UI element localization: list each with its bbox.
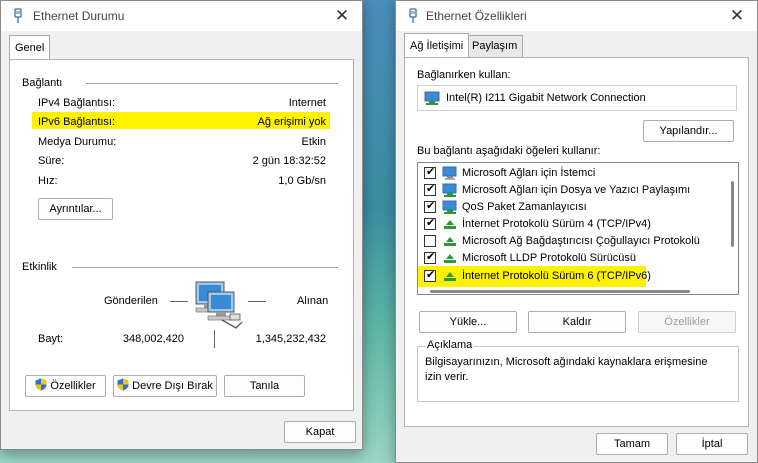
ipv4-label: IPv4 Bağlantısı: [38,97,116,109]
ipv6-label: IPv6 Bağlantısı: [38,116,116,128]
close-icon[interactable]: ✕ [725,4,749,28]
protocol-icon [444,220,456,229]
list-item-label: İnternet Protokolü Sürüm 6 (TCP/IPv6) [462,270,651,282]
title-bar: Ethernet Durumu ✕ [1,1,362,31]
tab-networking[interactable]: Ağ İletişimi [404,33,470,57]
adapter-box: Intel(R) I211 Gigabit Network Connection [417,85,737,111]
divider [86,83,338,84]
bytes-separator [214,330,215,348]
uac-shield-icon [117,378,129,391]
duration-value: 2 gün 18:32:52 [252,155,326,167]
adapter-name: Intel(R) I211 Gigabit Network Connection [446,92,646,104]
diagnose-button[interactable]: Tanıla [224,375,305,397]
ipv4-value: Internet [288,97,326,109]
checkbox[interactable] [424,216,436,230]
configure-button[interactable]: Yapılandır... [643,120,734,142]
list-item-label: Microsoft Ağları için Dosya ve Yazıcı Pa… [462,184,691,196]
general-panel: Bağlantı IPv4 Bağlantısı: Internet IPv6 … [9,59,354,411]
protocol-icon [444,237,456,246]
checkbox[interactable] [424,268,436,282]
list-item-label: Microsoft Ağları için İstemci [462,167,596,179]
list-item-label: İnternet Protokolü Sürüm 4 (TCP/IPv4) [462,218,651,230]
network-service-icon [442,200,457,214]
connect-using-label: Bağlanırken kullan: [417,69,511,81]
checkbox[interactable] [424,182,436,196]
item-properties-button[interactable]: Özellikler [638,311,736,333]
media-state-label: Medya Durumu: [38,136,117,148]
properties-button[interactable]: Özellikler [25,375,106,397]
checkbox[interactable] [424,165,436,179]
list-item-label: Microsoft Ağ Bağdaştırıcısı Çoğullayıcı … [462,235,700,247]
uac-shield-icon [35,378,47,391]
tab-general[interactable]: Genel [9,35,51,59]
divider [72,267,338,268]
description-group-title: Açıklama [425,339,475,351]
tab-bar: Genel [9,35,354,59]
cancel-button[interactable]: İptal [676,433,748,455]
sent-line [170,301,188,302]
horizontal-scrollbar-thumb[interactable] [430,290,690,293]
description-text: Bilgisayarınızın, Microsoft ağındaki kay… [425,356,708,383]
ok-button[interactable]: Tamam [596,433,668,455]
title-bar: Ethernet Özellikleri ✕ [396,1,757,31]
ethernet-properties-dialog: Ethernet Özellikleri ✕ Ağ İletişimi Payl… [395,0,758,463]
sent-label: Gönderilen [104,295,158,307]
close-icon[interactable]: ✕ [330,4,354,28]
network-service-icon [442,183,457,197]
disable-button-label: Devre Dışı Bırak [132,380,213,392]
protocol-icon [444,272,456,281]
ipv6-value: Ağ erişimi yok [257,116,326,128]
list-item-label: Microsoft LLDP Protokolü Sürücüsü [462,252,637,264]
bytes-label: Bayt: [38,333,64,345]
received-line [248,301,266,302]
list-item-label: QoS Paket Zamanlayıcısı [462,201,587,213]
checkbox[interactable] [424,235,436,247]
items-label: Bu bağlantı aşağıdaki öğeleri kullanır: [417,145,601,157]
connection-group-title: Bağlantı [22,77,63,89]
bytes-received-value: 1,345,232,432 [255,333,326,345]
close-button[interactable]: Kapat [284,421,356,443]
checkbox[interactable] [424,250,436,264]
disable-button[interactable]: Devre Dışı Bırak [113,375,217,397]
speed-value: 1,0 Gb/sn [278,175,326,187]
window-title: Ethernet Özellikleri [426,9,527,23]
network-client-icon [442,166,457,180]
network-computers-icon [195,281,243,329]
received-label: Alınan [297,295,329,307]
activity-group-title: Etkinlik [22,261,57,273]
media-state-value: Etkin [301,136,326,148]
tab-bar: Ağ İletişimi Paylaşım [404,33,749,57]
uninstall-button[interactable]: Kaldır [528,311,626,333]
checkbox[interactable] [424,199,436,213]
speed-label: Hız: [38,175,58,187]
properties-button-label: Özellikler [50,380,96,392]
protocol-icon [444,254,456,263]
install-button[interactable]: Yükle... [419,311,517,333]
vertical-scrollbar[interactable] [726,163,738,294]
tab-sharing[interactable]: Paylaşım [466,35,524,57]
network-adapter-icon [409,8,417,23]
details-button[interactable]: Ayrıntılar... [38,198,113,220]
ethernet-status-dialog: Ethernet Durumu ✕ Genel Bağlantı IPv4 Ba… [0,0,363,450]
network-adapter-icon [424,91,440,105]
network-adapter-icon [14,8,22,23]
window-title: Ethernet Durumu [33,9,125,23]
duration-label: Süre: [38,155,65,167]
components-list: Microsoft Ağları için İstemci Microsoft … [417,162,739,295]
bytes-sent-value: 348,002,420 [122,333,184,345]
networking-panel: Bağlanırken kullan: Intel(R) I211 Gigabi… [404,57,749,427]
scrollbar-thumb[interactable] [731,181,734,247]
